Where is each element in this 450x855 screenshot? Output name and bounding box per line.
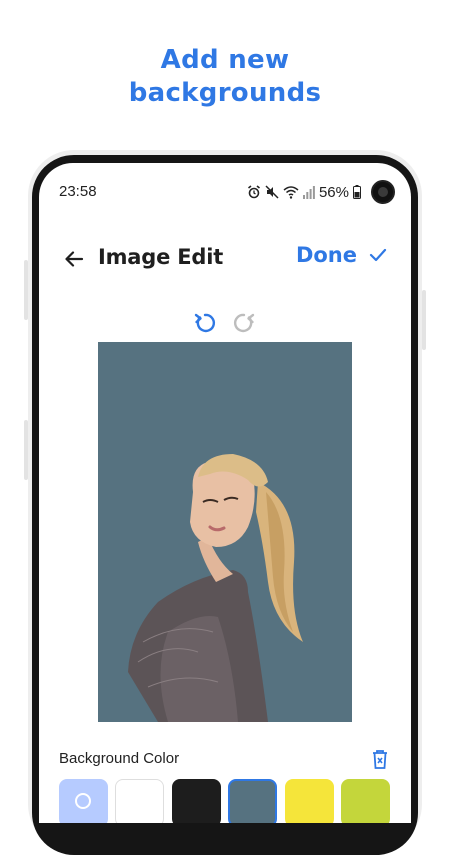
status-icons: 56% — [247, 179, 395, 205]
phone-side-button-left — [24, 260, 28, 320]
phone-side-button-left-2 — [24, 420, 28, 480]
wifi-icon — [283, 185, 299, 199]
swatch-black[interactable] — [172, 779, 221, 823]
promo-headline: Add new backgrounds — [0, 44, 450, 110]
color-swatches — [59, 779, 399, 823]
background-color-header: Background Color — [39, 748, 411, 770]
check-icon — [369, 248, 387, 262]
swatch-white[interactable] — [115, 779, 164, 823]
trash-icon — [373, 750, 387, 769]
redo-button[interactable] — [232, 311, 256, 335]
portrait-photo — [128, 454, 303, 722]
phone-screen: 23:58 56% Image Edit Done Background Col… — [39, 163, 411, 823]
undo-button[interactable] — [193, 311, 217, 335]
swatch-yellow[interactable] — [285, 779, 334, 823]
mute-icon — [265, 185, 279, 199]
phone-side-button-right — [422, 290, 426, 350]
color-picker-icon — [75, 793, 91, 809]
background-color-label: Background Color — [59, 750, 180, 767]
swatch-lime[interactable] — [341, 779, 390, 823]
battery-icon — [353, 185, 361, 199]
app-bar: Image Edit Done — [39, 243, 411, 273]
image-preview[interactable] — [98, 342, 352, 722]
redo-icon — [233, 313, 255, 333]
signal-icon — [302, 185, 315, 199]
done-button[interactable]: Done — [296, 243, 387, 267]
history-controls — [39, 311, 411, 337]
clear-background-button[interactable] — [371, 748, 389, 770]
promo-line-1: Add new — [160, 45, 290, 75]
phone-notch — [190, 155, 260, 163]
swatch-slate[interactable] — [228, 779, 277, 823]
alarm-icon — [247, 185, 261, 199]
promo-line-2: backgrounds — [128, 78, 322, 108]
battery-percent: 56% — [318, 183, 349, 201]
page-title: Image Edit — [98, 245, 224, 269]
front-camera — [371, 180, 395, 204]
done-label: Done — [295, 243, 357, 267]
swatch-color-picker[interactable] — [59, 779, 108, 823]
undo-icon — [194, 313, 216, 333]
back-button[interactable] — [63, 248, 85, 270]
arrow-left-icon — [65, 251, 84, 267]
status-time: 23:58 — [59, 183, 97, 200]
